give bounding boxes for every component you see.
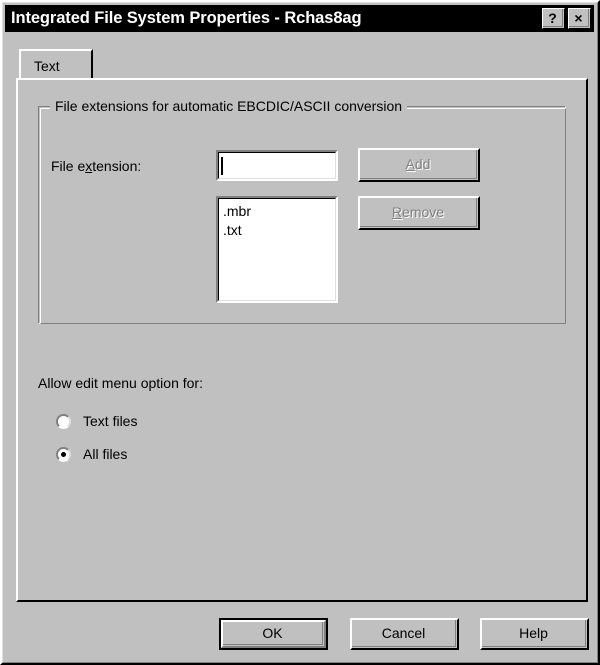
ok-button-bevel: OK — [221, 620, 326, 648]
close-icon: × — [569, 9, 589, 27]
tab-text[interactable]: Text — [19, 49, 93, 80]
tab-text-label: Text — [34, 57, 60, 74]
file-extension-label-post: tension: — [92, 158, 142, 174]
add-button[interactable]: Add — [358, 148, 480, 182]
edit-menu-heading: Allow edit menu option for: — [38, 375, 203, 391]
radio-all-files[interactable]: All files — [56, 444, 127, 464]
file-extension-label-pre: File e — [51, 158, 86, 174]
add-button-face: Add — [360, 150, 477, 179]
remove-button[interactable]: Remove — [358, 196, 480, 230]
file-extension-listbox-inner: .mbr .txt — [218, 198, 336, 301]
titlebar: Integrated File System Properties - Rcha… — [5, 5, 594, 32]
file-extension-input[interactable] — [216, 150, 338, 181]
question-mark-icon: ? — [543, 9, 563, 27]
text-caret — [221, 156, 223, 175]
ok-button-label: OK — [262, 625, 283, 641]
ok-button[interactable]: OK — [219, 618, 328, 650]
radio-text-files[interactable]: Text files — [56, 411, 137, 431]
remove-button-label-post: emove — [402, 204, 445, 220]
file-extension-listbox[interactable]: .mbr .txt — [216, 196, 338, 303]
radio-button-icon — [56, 446, 71, 462]
remove-button-label-accel: R — [391, 204, 403, 220]
groupbox-title: File extensions for automatic EBCDIC/ASC… — [50, 98, 408, 114]
help-button[interactable]: Help — [480, 618, 589, 650]
close-caption-button[interactable]: × — [568, 8, 591, 29]
window-title: Integrated File System Properties - Rcha… — [11, 9, 362, 27]
file-extension-input-inner — [218, 152, 336, 179]
radio-all-files-label: All files — [83, 446, 128, 462]
cancel-button-face: Cancel — [352, 620, 456, 647]
tab-strip: Text — [16, 49, 588, 80]
list-item[interactable]: .mbr — [223, 202, 335, 221]
radio-dot-icon — [61, 451, 66, 457]
radio-text-files-label: Text files — [83, 413, 138, 429]
list-item[interactable]: .txt — [223, 221, 335, 240]
help-button-face: Help — [482, 620, 586, 647]
cancel-button-label: Cancel — [381, 625, 426, 641]
dialog-window: Integrated File System Properties - Rcha… — [0, 0, 600, 665]
remove-button-face: Remove — [360, 198, 477, 227]
ok-button-face: OK — [223, 622, 323, 645]
help-caption-button[interactable]: ? — [542, 8, 565, 29]
radio-button-icon — [56, 413, 71, 429]
cancel-button[interactable]: Cancel — [350, 618, 459, 650]
file-extension-label: File extension: — [51, 158, 141, 174]
add-button-label-accel: A — [405, 156, 415, 172]
add-button-label-post: dd — [414, 156, 431, 172]
help-button-label: Help — [519, 625, 548, 641]
